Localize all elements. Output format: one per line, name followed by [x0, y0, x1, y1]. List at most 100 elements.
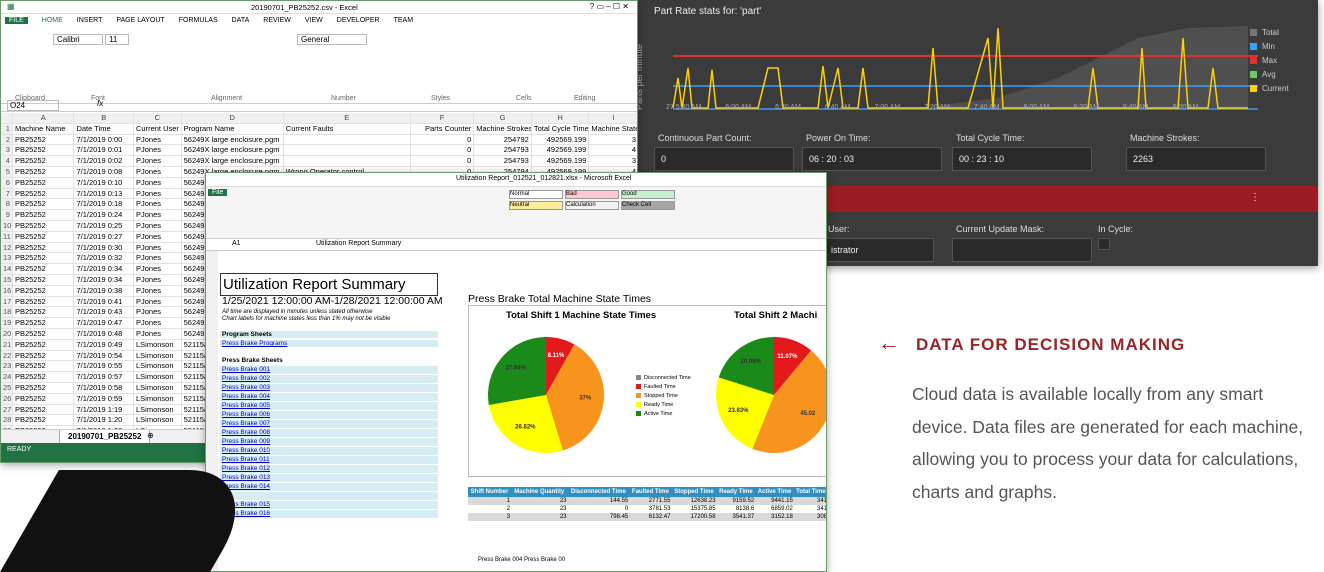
- ribbon-tab-view[interactable]: VIEW: [305, 17, 323, 24]
- row-number[interactable]: 4: [1, 156, 13, 167]
- row-number[interactable]: 20: [1, 328, 13, 340]
- ribbon-tab-team[interactable]: TEAM: [394, 17, 413, 24]
- cell[interactable]: PJones: [133, 188, 182, 200]
- column-header[interactable]: Faulted Time: [629, 487, 672, 497]
- sheet-link[interactable]: Press Brake 004: [220, 393, 438, 402]
- cell[interactable]: 144.55: [567, 497, 630, 505]
- cell[interactable]: LSimonson: [133, 350, 182, 362]
- sheet-link[interactable]: Press Brake 007: [220, 420, 438, 429]
- column-header[interactable]: Total Time: [793, 487, 826, 497]
- sheet-link[interactable]: Press Brake 013: [220, 474, 438, 483]
- cell[interactable]: 308: [793, 513, 826, 521]
- cell[interactable]: 9441.15: [755, 497, 794, 505]
- window-controls-icon[interactable]: ? ▭ – ☐ ✕: [590, 2, 629, 11]
- in-cycle-checkbox[interactable]: [1098, 238, 1110, 250]
- cell[interactable]: PJones: [133, 296, 182, 308]
- cell[interactable]: 7/1/2019 0:18: [74, 199, 134, 211]
- sheet-link[interactable]: Press Brake 009: [220, 438, 438, 447]
- cell[interactable]: 7/1/2019 0:08: [74, 166, 134, 178]
- cell[interactable]: 7/1/2019 1:20: [74, 415, 134, 427]
- cell[interactable]: 7/1/2019 0:38: [74, 285, 134, 297]
- cell[interactable]: PB25252: [12, 372, 75, 383]
- machine-strokes-field[interactable]: 2263: [1126, 147, 1266, 171]
- cell[interactable]: PJones: [133, 264, 182, 275]
- cell[interactable]: 7/1/2019 0:25: [74, 220, 134, 232]
- cell[interactable]: 492569.199: [531, 134, 590, 146]
- row-number[interactable]: 15: [1, 274, 13, 286]
- row-number[interactable]: 6: [1, 177, 13, 189]
- row-number[interactable]: 3: [1, 145, 13, 157]
- column-header[interactable]: Ready Time: [716, 487, 756, 497]
- cell[interactable]: 492569.199: [531, 156, 590, 167]
- cell[interactable]: 254792: [474, 134, 532, 146]
- cell[interactable]: 0: [410, 156, 475, 167]
- column-header[interactable]: A: [12, 113, 75, 124]
- number-format-select[interactable]: General: [297, 34, 367, 45]
- font-select[interactable]: Calibri: [53, 34, 103, 45]
- cell[interactable]: 7/1/2019 0:54: [74, 350, 134, 362]
- cell[interactable]: 23: [511, 513, 568, 521]
- row-number[interactable]: 11: [1, 231, 13, 243]
- cell[interactable]: [283, 134, 411, 146]
- cell[interactable]: 7/1/2019 0:55: [74, 361, 134, 373]
- row-number[interactable]: 17: [1, 296, 13, 308]
- cell[interactable]: 3781.53: [629, 505, 672, 513]
- formula-input[interactable]: Utilization Report Summary: [316, 240, 401, 247]
- ribbon-tab-data[interactable]: DATA: [232, 17, 250, 24]
- cell[interactable]: PB25252: [12, 145, 75, 157]
- cell[interactable]: 3541.37: [716, 513, 756, 521]
- style-bad[interactable]: Bad: [565, 190, 619, 199]
- column-header[interactable]: Disconnected Time: [567, 487, 630, 497]
- column-header[interactable]: B: [74, 113, 134, 124]
- cell[interactable]: 6859.02: [755, 505, 794, 513]
- cell[interactable]: PB25252: [12, 296, 75, 308]
- cell[interactable]: PB25252: [12, 339, 75, 351]
- cell[interactable]: PB25252: [12, 253, 75, 265]
- cell[interactable]: Parts Counter: [410, 123, 475, 135]
- sheet-link[interactable]: Press Brake 012: [220, 465, 438, 474]
- cell[interactable]: PJones: [133, 210, 182, 221]
- cell[interactable]: 7/1/2019 0:49: [74, 339, 134, 351]
- cell[interactable]: 7/1/2019 0:13: [74, 188, 134, 200]
- cell[interactable]: PB25252: [12, 242, 75, 254]
- sheet-link[interactable]: Press Brake 005: [220, 402, 438, 411]
- cell[interactable]: PB25252: [12, 328, 75, 340]
- cell[interactable]: 7/1/2019 0:47: [74, 318, 134, 329]
- sheet-link[interactable]: Press Brake 008: [220, 429, 438, 438]
- cell[interactable]: 3152.18: [755, 513, 794, 521]
- cell[interactable]: Current User: [133, 123, 182, 135]
- cell[interactable]: Machine Strokes: [474, 123, 532, 135]
- cell[interactable]: 3: [468, 513, 512, 521]
- cell[interactable]: 6132.47: [629, 513, 672, 521]
- cell[interactable]: 7/1/2019 0:34: [74, 264, 134, 275]
- cell[interactable]: PB25252: [12, 415, 75, 427]
- cell[interactable]: PJones: [133, 285, 182, 297]
- cell[interactable]: PB25252: [12, 285, 75, 297]
- cell[interactable]: Date Time: [74, 123, 134, 135]
- cell[interactable]: PJones: [133, 231, 182, 243]
- cell[interactable]: 7/1/2019 0:02: [74, 156, 134, 167]
- ribbon-tab-file[interactable]: FILE: [5, 16, 28, 24]
- cell[interactable]: 7/1/2019 0:57: [74, 372, 134, 383]
- row-number[interactable]: 2: [1, 134, 13, 146]
- cell[interactable]: 0: [567, 505, 630, 513]
- ribbon-tab-developer[interactable]: DEVELOPER: [337, 17, 380, 24]
- cell[interactable]: LSimonson: [133, 415, 182, 427]
- cell[interactable]: 7/1/2019 0:41: [74, 296, 134, 308]
- cell[interactable]: PJones: [133, 307, 182, 319]
- cell[interactable]: PJones: [133, 177, 182, 189]
- sheet-link[interactable]: Press Brake 001: [220, 366, 438, 375]
- cell[interactable]: 341: [793, 505, 826, 513]
- column-header[interactable]: I: [589, 113, 637, 124]
- sheet-tab[interactable]: 20190701_PB25252: [59, 430, 151, 444]
- row-number[interactable]: 19: [1, 318, 13, 329]
- row-number[interactable]: 23: [1, 361, 13, 373]
- cell[interactable]: 7/1/2019 0:00: [74, 134, 134, 146]
- column-header[interactable]: E: [283, 113, 411, 124]
- row-number[interactable]: 24: [1, 372, 13, 383]
- cell[interactable]: [283, 156, 411, 167]
- column-header[interactable]: Stopped Time: [671, 487, 717, 497]
- name-box[interactable]: A1: [232, 240, 241, 247]
- font-size-select[interactable]: 11: [105, 34, 129, 45]
- cell[interactable]: 56249X large enclosure.pgm: [181, 134, 284, 146]
